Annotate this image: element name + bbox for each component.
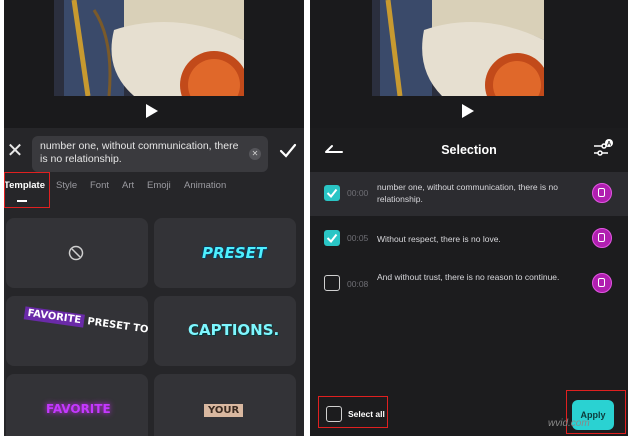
video-preview <box>310 0 628 128</box>
caption-row[interactable]: 00:08 And without trust, there is no rea… <box>310 260 628 304</box>
preset-tile-glow[interactable]: FAVORITE <box>6 374 148 436</box>
template-tab-highlight <box>4 172 50 208</box>
caption-row[interactable]: 00:05 Without respect, there is no love. <box>310 216 628 260</box>
row-caption-text: And without trust, there is no reason to… <box>377 272 560 282</box>
row-timestamp: 00:08 <box>347 279 369 289</box>
video-frame-image <box>372 0 544 96</box>
clear-text-icon[interactable]: ✕ <box>249 148 261 160</box>
glow-preset-label: FAVORITE <box>46 402 111 416</box>
preset-none-tile[interactable] <box>6 218 148 288</box>
tab-style[interactable]: Style <box>56 180 77 191</box>
text-style-icon[interactable] <box>592 183 612 203</box>
selection-header: Selection A <box>310 128 628 172</box>
row-checkbox-checked[interactable] <box>324 185 340 201</box>
watermark-text: wvid.com <box>548 418 590 429</box>
caption-editor-panel: ✕ number one, without communication, the… <box>4 0 304 436</box>
row-timestamp: 00:00 <box>347 188 369 198</box>
text-style-icon[interactable] <box>592 228 612 248</box>
caption-text-input[interactable]: number one, without communication, there… <box>32 136 268 172</box>
tab-art[interactable]: Art <box>122 180 134 191</box>
preset-tile-favorite[interactable]: FAVORITE PRESET TO <box>6 296 148 366</box>
play-button[interactable] <box>146 104 158 118</box>
row-caption-text: Without respect, there is no love. <box>377 234 501 244</box>
page-title: Selection <box>441 143 497 157</box>
captions-preset-label: CAPTIONS. <box>188 321 280 339</box>
check-icon <box>326 188 338 199</box>
your-preset-label: YOUR <box>204 404 244 417</box>
select-all-highlight <box>318 396 388 428</box>
preset-tile-your[interactable]: YOUR <box>154 374 296 436</box>
favorite-rest: PRESET TO <box>86 316 148 336</box>
row-caption-text: number one, without communication, there… <box>377 182 558 204</box>
svg-text:A: A <box>607 142 612 148</box>
row-checkbox-unchecked[interactable] <box>324 275 340 291</box>
play-button[interactable] <box>462 104 474 118</box>
no-preset-icon <box>68 245 84 261</box>
row-timestamp: 00:05 <box>347 233 369 243</box>
preset-tile-captions[interactable]: CAPTIONS. <box>154 296 296 366</box>
favorite-preset-label: FAVORITE PRESET TO <box>23 306 148 336</box>
preset-tile-preset[interactable]: PRESET <box>154 218 296 288</box>
video-frame-image <box>54 0 244 96</box>
close-icon[interactable]: ✕ <box>6 141 24 161</box>
caption-row[interactable]: 00:00 number one, without communication,… <box>310 172 628 216</box>
auto-filter-settings-icon[interactable]: A <box>592 138 614 160</box>
check-icon <box>326 233 338 244</box>
selection-panel: Selection A 00:00 number one, without co… <box>310 0 628 436</box>
tab-emoji[interactable]: Emoji <box>147 180 171 191</box>
video-preview <box>4 0 304 128</box>
text-style-icon[interactable] <box>592 273 612 293</box>
preset-label: PRESET <box>202 244 267 262</box>
caption-editor-sheet: ✕ number one, without communication, the… <box>4 128 304 436</box>
tab-animation[interactable]: Animation <box>184 180 226 191</box>
confirm-check-icon[interactable] <box>278 142 298 160</box>
caption-text-value: number one, without communication, there… <box>40 140 239 165</box>
tab-font[interactable]: Font <box>90 180 109 191</box>
row-checkbox-checked[interactable] <box>324 230 340 246</box>
favorite-word: FAVORITE <box>23 306 85 328</box>
